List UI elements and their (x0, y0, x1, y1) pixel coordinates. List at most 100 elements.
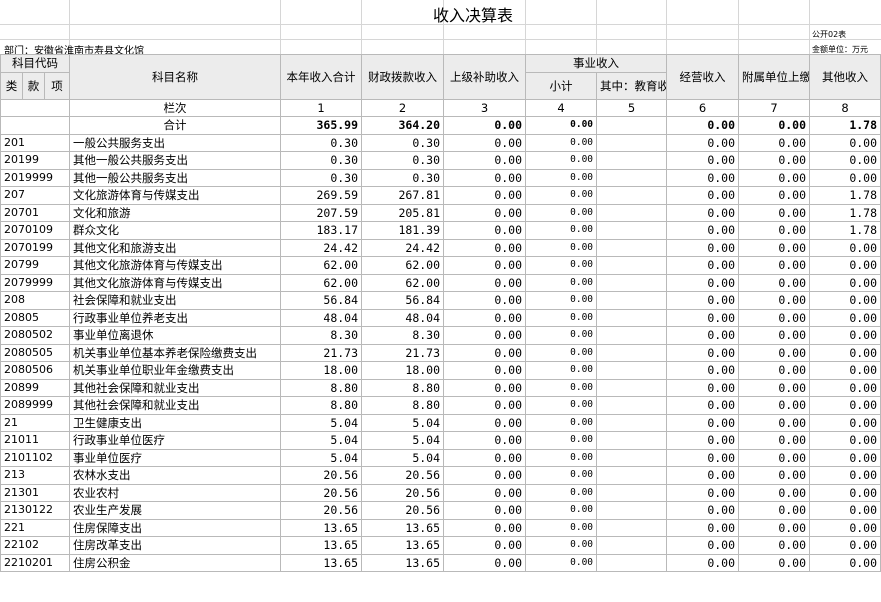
amount-cell: 0.00 (443, 186, 527, 205)
amount-cell: 0.00 (809, 431, 881, 450)
amount-cell: 0.00 (809, 256, 881, 275)
amount-cell: 0.00 (666, 378, 740, 397)
subject-code-cell: 21 (0, 413, 71, 432)
amount-cell: 0.00 (525, 378, 598, 397)
amount-cell: 0.00 (443, 518, 527, 537)
amount-cell: 0.00 (738, 221, 811, 240)
subject-code-cell: 201 (0, 133, 71, 152)
amount-cell: 0.00 (738, 413, 811, 432)
header-section: 款 (22, 71, 45, 100)
subject-code-cell: 2089999 (0, 396, 71, 415)
amount-cell: 21.73 (361, 343, 445, 362)
amount-cell: 0.00 (809, 238, 881, 257)
amount-cell (596, 431, 668, 450)
amount-cell: 0.00 (738, 308, 811, 327)
amount-cell: 0.00 (809, 466, 881, 485)
table-row: 21301 农业农村 20.56 20.56 0.00 0.00 0.00 0.00 0.00 (0, 483, 881, 502)
amount-cell: 1.78 (809, 186, 881, 205)
subject-code-cell: 207 (0, 186, 71, 205)
subject-code-cell: 2080506 (0, 361, 71, 380)
amount-cell: 0.00 (738, 448, 811, 467)
amount-cell: 0.00 (809, 291, 881, 310)
amount-cell: 0.00 (443, 343, 527, 362)
column-number: 4 (525, 98, 598, 117)
subject-code-cell: 2079999 (0, 273, 71, 292)
amount-cell: 0.00 (666, 361, 740, 380)
amount-cell: 0.00 (525, 501, 598, 520)
subject-code-cell: 20701 (0, 203, 71, 222)
table-row: 221 住房保障支出 13.65 13.65 0.00 0.00 0.00 0.00 0.00 (0, 518, 881, 537)
amount-cell: 0.00 (666, 413, 740, 432)
amount-cell: 0.00 (525, 483, 598, 502)
amount-cell: 0.00 (738, 483, 811, 502)
amount-cell: 0.00 (666, 466, 740, 485)
amount-cell: 20.56 (280, 501, 363, 520)
amount-cell: 5.04 (280, 448, 363, 467)
subject-name-cell: 其他社会保障和就业支出 (69, 396, 282, 415)
column-number: 3 (443, 98, 527, 117)
total-row: 合计 365.99 364.20 0.00 0.00 0.00 0.00 1.7… (0, 116, 881, 135)
amount-cell (596, 151, 668, 170)
subject-name-cell: 事业单位医疗 (69, 448, 282, 467)
amount-cell: 13.65 (280, 518, 363, 537)
amount-cell: 13.65 (361, 536, 445, 555)
amount-cell: 0.00 (809, 396, 881, 415)
amount-cell: 48.04 (280, 308, 363, 327)
amount-cell: 13.65 (280, 536, 363, 555)
amount-cell: 0.00 (525, 291, 598, 310)
amount-cell: 0.00 (809, 378, 881, 397)
amount-cell: 56.84 (280, 291, 363, 310)
amount-cell: 0.00 (738, 151, 811, 170)
table-row: 21 卫生健康支出 5.04 5.04 0.00 0.00 0.00 0.00 0.00 (0, 413, 881, 432)
income-table: 科目代码 科目名称 本年收入合计 财政拨款收入 上级补助收入 事业收入 经营收入… (0, 54, 881, 572)
subject-code-cell: 20799 (0, 256, 71, 275)
amount-cell: 0.00 (443, 483, 527, 502)
amount-cell: 0.00 (809, 326, 881, 345)
report-title: 收入决算表 (432, 6, 513, 25)
amount-cell: 0.30 (280, 168, 363, 187)
amount-cell: 0.00 (666, 483, 740, 502)
table-row: 20701 文化和旅游 207.59 205.81 0.00 0.00 0.00 0.00 1.… (0, 203, 881, 222)
amount-cell (596, 536, 668, 555)
subject-name-cell: 住房保障支出 (69, 518, 282, 537)
amount-cell (596, 186, 668, 205)
amount-cell (596, 553, 668, 572)
amount-cell: 0.00 (525, 536, 598, 555)
table-row: 2019999 其他一般公共服务支出 0.30 0.30 0.00 0.00 0.00 0.0… (0, 168, 881, 187)
amount-cell: 0.00 (666, 396, 740, 415)
amount-cell: 0.00 (666, 221, 740, 240)
table-row: 2089999 其他社会保障和就业支出 8.80 8.80 0.00 0.00 0.00 0.… (0, 396, 881, 415)
amount-cell: 0.00 (666, 186, 740, 205)
column-number: 8 (809, 98, 881, 117)
header-item: 项 (43, 71, 71, 100)
subject-code-cell: 22102 (0, 536, 71, 555)
amount-cell (596, 273, 668, 292)
amount-cell: 0.00 (809, 133, 881, 152)
amount-cell: 0.00 (738, 396, 811, 415)
amount-cell: 8.30 (280, 326, 363, 345)
amount-cell: 0.00 (666, 133, 740, 152)
table-row: 2080506 机关事业单位职业年金缴费支出 18.00 18.00 0.00 0.00 0… (0, 361, 881, 380)
amount-cell: 0.30 (361, 168, 445, 187)
amount-cell: 0.00 (525, 413, 598, 432)
subject-code-cell: 208 (0, 291, 71, 310)
amount-cell: 13.65 (361, 518, 445, 537)
amount-cell: 5.04 (361, 431, 445, 450)
subject-code-cell: 2070199 (0, 238, 71, 257)
total-cell: 0.00 (525, 116, 598, 135)
amount-cell: 62.00 (361, 256, 445, 275)
amount-cell: 5.04 (280, 431, 363, 450)
table-row: 2080505 机关事业单位基本养老保险缴费支出 21.73 21.73 0.00 0.0… (0, 343, 881, 362)
amount-cell (596, 256, 668, 275)
amount-cell (596, 466, 668, 485)
amount-cell: 0.00 (738, 256, 811, 275)
subject-code-cell: 2080502 (0, 326, 71, 345)
subject-code-cell: 221 (0, 518, 71, 537)
amount-cell: 0.00 (443, 536, 527, 555)
header-operating-income: 经营收入 (666, 54, 740, 100)
amount-cell: 0.00 (443, 326, 527, 345)
amount-cell: 0.00 (525, 518, 598, 537)
amount-cell: 0.00 (809, 553, 881, 572)
amount-cell: 24.42 (280, 238, 363, 257)
subject-code-cell: 213 (0, 466, 71, 485)
